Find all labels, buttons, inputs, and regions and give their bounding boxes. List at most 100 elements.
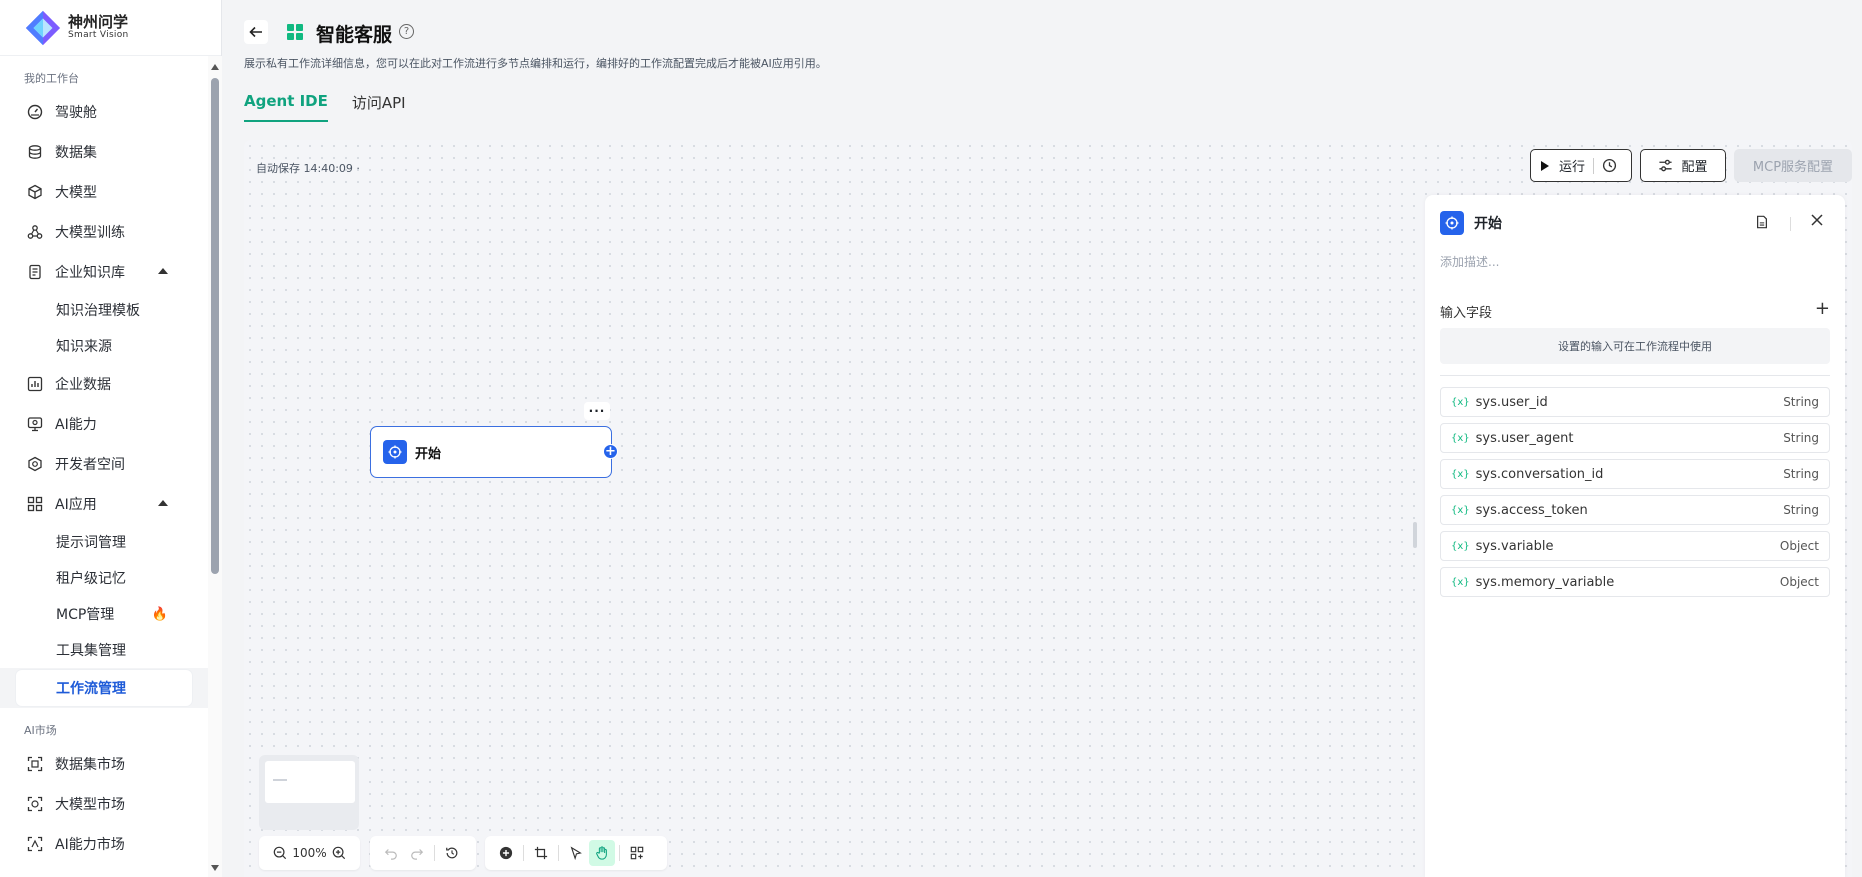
field-row[interactable]: {x} sys.user_agent String xyxy=(1440,423,1830,453)
variable-icon: {x} xyxy=(1451,432,1470,444)
field-type: Object xyxy=(1779,575,1819,589)
minimap[interactable] xyxy=(259,755,359,830)
tab-access-api[interactable]: 访问API xyxy=(352,92,406,122)
sidebar-item-label: 大模型 xyxy=(55,185,97,201)
auto-layout-button[interactable] xyxy=(624,840,650,866)
sidebar-subitem-workflow[interactable]: 工作流管理 xyxy=(16,670,192,706)
run-button[interactable]: 运行 xyxy=(1530,149,1632,182)
history-clock-icon[interactable] xyxy=(1602,158,1617,173)
field-row[interactable]: {x} sys.access_token String xyxy=(1440,495,1830,525)
chevron-up-icon[interactable] xyxy=(158,500,168,506)
sidebar-item-ai-apps[interactable]: AI应用 xyxy=(0,484,208,524)
add-node-button[interactable] xyxy=(493,840,519,866)
pointer-mode-button[interactable] xyxy=(563,840,589,866)
config-button[interactable]: 配置 xyxy=(1640,149,1726,182)
sidebar-item-developer[interactable]: 开发者空间 xyxy=(0,444,208,484)
undo-button[interactable] xyxy=(378,840,404,866)
close-icon[interactable] xyxy=(1810,213,1824,227)
field-row[interactable]: {x} sys.memory_variable Object xyxy=(1440,567,1830,597)
zoom-out-button[interactable] xyxy=(267,840,292,866)
sidebar-item-label: 驾驶舱 xyxy=(55,105,97,121)
redo-button[interactable] xyxy=(404,840,430,866)
page-title: 智能客服 xyxy=(316,24,393,46)
sidebar: 神州问学 Smart Vision 我的工作台 驾驶舱 数据集 大模型 大模型训… xyxy=(0,0,222,877)
mcp-service-config-button[interactable]: MCP服务配置 xyxy=(1734,149,1852,182)
zoom-in-icon xyxy=(333,846,346,860)
field-name: sys.variable xyxy=(1475,538,1554,554)
scroll-down-arrow-icon[interactable] xyxy=(211,865,219,871)
sidebar-item-model-market[interactable]: 大模型市场 xyxy=(0,784,208,824)
sidebar-subitem-knowledge-source[interactable]: 知识来源 xyxy=(0,328,208,364)
divider xyxy=(1440,375,1830,376)
sidebar-item-enterprise-data[interactable]: 企业数据 xyxy=(0,364,208,404)
variable-icon: {x} xyxy=(1451,576,1470,588)
page-header: 智能客服 ? 展示私有工作流详细信息，您可以在此对工作流进行多节点编排和运行，编… xyxy=(222,0,1862,140)
zoom-toolbar: 100% xyxy=(259,836,360,870)
sidebar-subitem-prompt[interactable]: 提示词管理 xyxy=(0,524,208,560)
tab-agent-ide[interactable]: Agent IDE xyxy=(244,92,328,122)
sidebar-item-ai-market[interactable]: AI能力市场 xyxy=(0,824,208,864)
sidebar-item-dataset-market[interactable]: 数据集市场 xyxy=(0,744,208,784)
field-row[interactable]: {x} sys.user_id String xyxy=(1440,387,1830,417)
config-label: 配置 xyxy=(1681,160,1708,175)
redo-icon xyxy=(411,849,424,860)
logo[interactable]: 神州问学 Smart Vision xyxy=(0,0,221,56)
sidebar-item-dataset[interactable]: 数据集 xyxy=(0,132,208,172)
frame-icon xyxy=(534,846,548,860)
zoom-out-icon xyxy=(273,846,286,860)
sidebar-item-model[interactable]: 大模型 xyxy=(0,172,208,212)
page-description: 展示私有工作流详细信息，您可以在此对工作流进行多节点编排和运行，编排好的工作流配… xyxy=(244,57,827,70)
add-node-handle[interactable]: + xyxy=(603,444,618,459)
scroll-up-arrow-icon[interactable] xyxy=(211,64,219,70)
run-label: 运行 xyxy=(1559,160,1586,175)
panel-title: 开始 xyxy=(1474,216,1502,232)
section-label-market: AI市场 xyxy=(24,724,57,737)
crosshair-icon xyxy=(383,440,407,464)
document-icon[interactable] xyxy=(1755,215,1769,229)
sidebar-subitem-tenant-memory[interactable]: 租户级记忆 xyxy=(0,560,208,596)
active-item-wrapper: 工作流管理 xyxy=(0,668,208,708)
sidebar-subitem-knowledge-template[interactable]: 知识治理模板 xyxy=(0,292,208,328)
sidebar-item-label: 企业数据 xyxy=(55,377,111,393)
apps-grid-icon xyxy=(26,495,44,513)
input-fields-title: 输入字段 xyxy=(1440,306,1493,321)
sidebar-subitem-toolset[interactable]: 工具集管理 xyxy=(0,632,208,668)
add-note-button[interactable] xyxy=(528,840,554,866)
sidebar-item-knowledge[interactable]: 企业知识库 xyxy=(0,252,208,292)
sidebar-item-label: AI应用 xyxy=(55,497,97,513)
sidebar-item-dashboard[interactable]: 驾驶舱 xyxy=(0,92,208,132)
zoom-in-button[interactable] xyxy=(327,840,352,866)
ai-capability-icon xyxy=(26,415,44,433)
help-icon[interactable]: ? xyxy=(399,24,414,39)
hand-mode-button[interactable] xyxy=(589,840,615,866)
node-more-button[interactable]: ··· xyxy=(584,402,610,420)
history-button[interactable] xyxy=(439,840,465,866)
sidebar-nav: 我的工作台 驾驶舱 数据集 大模型 大模型训练 企业知识库 知识治理模板 知识来… xyxy=(0,56,208,877)
layout-icon xyxy=(630,846,644,860)
sidebar-item-label: 数据集市场 xyxy=(55,757,125,773)
field-row[interactable]: {x} sys.variable Object xyxy=(1440,531,1830,561)
sidebar-item-ai-capability[interactable]: AI能力 xyxy=(0,404,208,444)
field-list: {x} sys.user_id String {x} sys.user_agen… xyxy=(1440,387,1830,603)
hand-icon xyxy=(596,846,607,860)
panel-resize-handle[interactable] xyxy=(1413,522,1417,548)
description-input[interactable]: 添加描述... xyxy=(1440,253,1499,270)
sidebar-scrollbar[interactable] xyxy=(208,56,222,877)
scroll-thumb[interactable] xyxy=(211,78,219,574)
start-node[interactable]: 开始 xyxy=(370,426,612,478)
workflow-grid-icon xyxy=(287,24,303,40)
chevron-up-icon[interactable] xyxy=(158,268,168,274)
add-field-icon[interactable]: + xyxy=(1815,300,1830,321)
brand-name-en: Smart Vision xyxy=(68,29,129,40)
sidebar-item-model-training[interactable]: 大模型训练 xyxy=(0,212,208,252)
back-button[interactable] xyxy=(244,20,268,44)
variable-icon: {x} xyxy=(1451,540,1470,552)
autosave-status: 自动保存 14:40:09 · xyxy=(256,162,360,175)
sidebar-subitem-mcp[interactable]: MCP管理 🔥 xyxy=(0,596,208,632)
history-toolbar xyxy=(370,836,476,870)
input-fields-hint: 设置的输入可在工作流程中使用 xyxy=(1440,328,1830,364)
sliders-icon xyxy=(1659,159,1673,172)
field-type: Object xyxy=(1779,539,1819,553)
field-row[interactable]: {x} sys.conversation_id String xyxy=(1440,459,1830,489)
knowledge-icon xyxy=(26,263,44,281)
